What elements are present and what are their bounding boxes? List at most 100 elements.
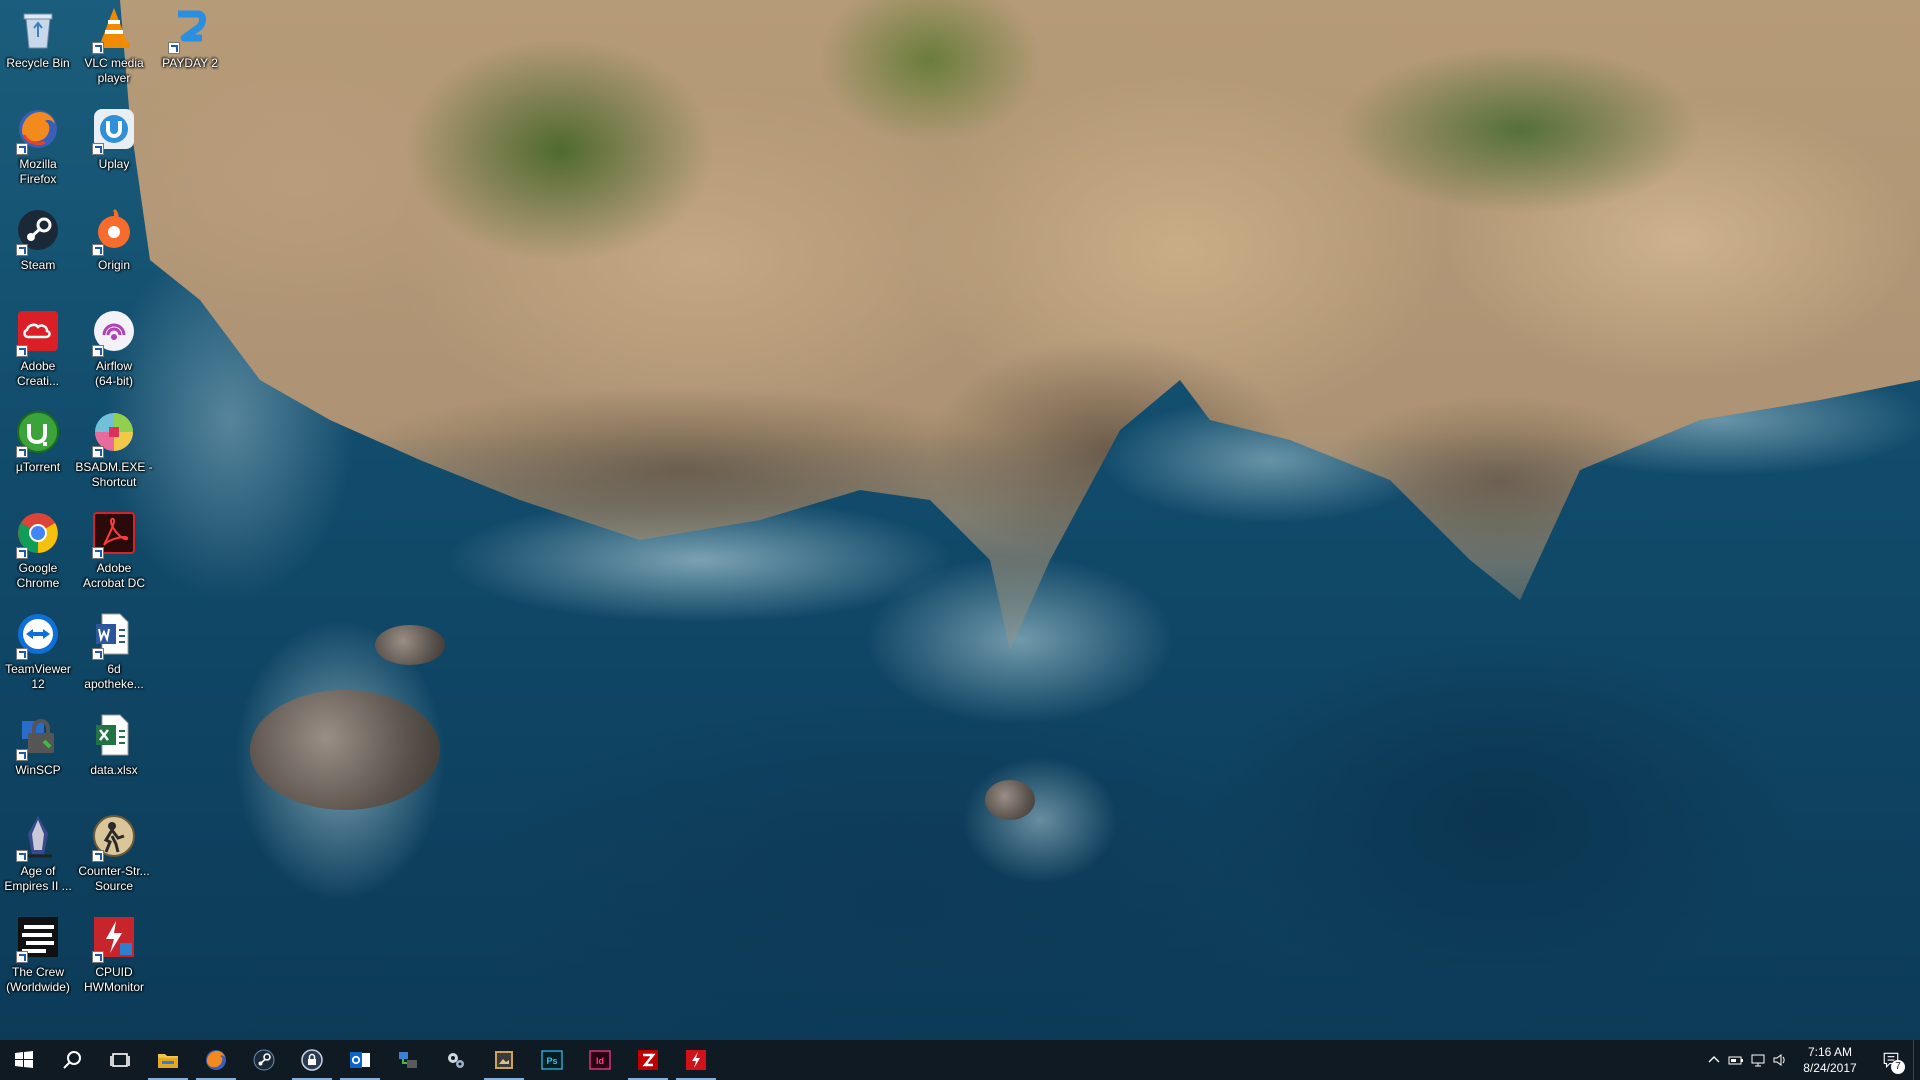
- taskbar-clock[interactable]: 7:16 AM 8/24/2017: [1791, 1040, 1869, 1080]
- desktop-icon-winscp[interactable]: WinSCP: [0, 707, 76, 803]
- desktop-icon-label: 6d apotheke...: [84, 662, 144, 691]
- windows-logo-icon: [15, 1051, 33, 1068]
- desktop-icon-label: Steam: [20, 258, 56, 272]
- search-button[interactable]: [48, 1040, 96, 1080]
- outlook-button[interactable]: [336, 1040, 384, 1080]
- desktop-icon-label: Adobe Creati...: [16, 359, 59, 388]
- desktop-icon-counter-strike[interactable]: Counter-Str... Source: [76, 808, 152, 904]
- filezilla-icon: [638, 1050, 658, 1070]
- photoshop-label: Ps: [546, 1056, 557, 1066]
- shortcut-arrow-icon: [92, 244, 104, 256]
- steam-icon: [253, 1049, 275, 1071]
- shortcut-arrow-icon: [16, 244, 28, 256]
- chrome-icon: [14, 509, 62, 559]
- show-hidden-icons-button[interactable]: [1703, 1040, 1725, 1080]
- desktop-icon-label: Recycle Bin: [6, 56, 70, 70]
- adobe-creative-cloud-icon: [14, 307, 62, 357]
- bsadm-icon: [90, 408, 138, 458]
- battery-button[interactable]: [1725, 1040, 1747, 1080]
- task-view-button[interactable]: [96, 1040, 144, 1080]
- show-desktop-button[interactable]: [1913, 1040, 1920, 1080]
- shortcut-arrow-icon: [92, 42, 104, 54]
- desktop-icon-airflow[interactable]: Airflow (64-bit): [76, 303, 152, 399]
- indesign-icon: Id: [589, 1050, 611, 1070]
- photoshop-button[interactable]: Ps: [528, 1040, 576, 1080]
- indesign-button[interactable]: Id: [576, 1040, 624, 1080]
- desktop-icon-mozilla-firefox[interactable]: Mozilla Firefox: [0, 101, 76, 197]
- desktop-icon-label: TeamViewer 12: [5, 662, 71, 691]
- origin-icon: [90, 206, 138, 256]
- image-viewer-icon: [495, 1051, 513, 1069]
- desktop-icon-teamviewer[interactable]: TeamViewer 12: [0, 606, 76, 702]
- settings-tool-button[interactable]: [432, 1040, 480, 1080]
- uplay-icon: [90, 105, 138, 155]
- desktop-icon-uplay[interactable]: Uplay: [76, 101, 152, 197]
- utorrent-icon: [14, 408, 62, 458]
- shortcut-arrow-icon: [92, 951, 104, 963]
- desktop-icon-origin[interactable]: Origin: [76, 202, 152, 298]
- desktop-icon-payday2[interactable]: PAYDAY 2: [152, 0, 228, 96]
- wallpaper-rock: [375, 625, 445, 665]
- shortcut-arrow-icon: [16, 547, 28, 559]
- desktop-icon-label: µTorrent: [15, 460, 61, 474]
- speaker-icon: [1773, 1054, 1785, 1066]
- shortcut-arrow-icon: [92, 648, 104, 660]
- file-explorer-button[interactable]: [144, 1040, 192, 1080]
- keepass-button[interactable]: [288, 1040, 336, 1080]
- volume-button[interactable]: [1769, 1040, 1791, 1080]
- firefox-button[interactable]: [192, 1040, 240, 1080]
- start-button[interactable]: [0, 1040, 48, 1080]
- shortcut-arrow-icon: [16, 749, 28, 761]
- hwmonitor-icon: [90, 913, 138, 963]
- network-status-icon: [1751, 1054, 1765, 1067]
- excel-document-icon: [90, 711, 138, 759]
- firefox-icon: [14, 105, 62, 155]
- app-button[interactable]: [480, 1040, 528, 1080]
- firefox-icon: [206, 1050, 226, 1070]
- flash-app-button[interactable]: [672, 1040, 720, 1080]
- desktop-icon-bsadm[interactable]: BSADM.EXE - Shortcut: [75, 404, 153, 500]
- photoshop-icon: Ps: [541, 1050, 563, 1070]
- gears-icon: [448, 1053, 464, 1068]
- shortcut-arrow-icon: [168, 42, 180, 54]
- desktop-icon-adobe-acrobat[interactable]: Adobe Acrobat DC: [76, 505, 152, 601]
- desktop-icon-utorrent[interactable]: µTorrent: [0, 404, 76, 500]
- desktop-icon-label: WinSCP: [15, 763, 61, 777]
- desktop-icon-excel-document[interactable]: data.xlsx: [76, 707, 152, 803]
- wallpaper-rock: [250, 690, 440, 810]
- steam-button[interactable]: [240, 1040, 288, 1080]
- search-icon: [63, 1051, 81, 1069]
- desktop-icon-adobe-creative-cloud[interactable]: Adobe Creati...: [0, 303, 76, 399]
- acrobat-icon: [90, 509, 138, 559]
- network-status-button[interactable]: [1747, 1040, 1769, 1080]
- notification-count-badge: 7: [1891, 1060, 1905, 1074]
- lock-icon: [301, 1049, 323, 1071]
- desktop-icon-steam[interactable]: Steam: [0, 202, 76, 298]
- desktop-icon-label: CPUID HWMonitor: [83, 965, 144, 994]
- desktop-icon-label: Adobe Acrobat DC: [82, 561, 146, 590]
- clock-time: 7:16 AM: [1807, 1045, 1853, 1059]
- shortcut-arrow-icon: [16, 143, 28, 155]
- task-view-icon: [110, 1053, 130, 1067]
- shortcut-arrow-icon: [16, 446, 28, 458]
- desktop-icon-the-crew[interactable]: The Crew (Worldwide): [0, 909, 76, 1005]
- desktop-icon-hwmonitor[interactable]: CPUID HWMonitor: [76, 909, 152, 1005]
- desktop-icon-word-document[interactable]: 6d apotheke...: [76, 606, 152, 702]
- desktop-icon-label: The Crew (Worldwide): [6, 965, 70, 994]
- desktop-icon-vlc[interactable]: VLC media player: [76, 0, 152, 96]
- network-tool-button[interactable]: [384, 1040, 432, 1080]
- desktop-icon-age-of-empires[interactable]: Age of Empires II ...: [0, 808, 76, 904]
- action-center-button[interactable]: 7: [1869, 1040, 1913, 1080]
- flash-icon: [686, 1050, 706, 1070]
- desktop-wallpaper: [0, 0, 1920, 1040]
- desktop-icon-google-chrome[interactable]: Google Chrome: [0, 505, 76, 601]
- folder-icon: [158, 1054, 178, 1068]
- desktop-icon-label: Mozilla Firefox: [19, 157, 57, 186]
- winscp-icon: [14, 711, 62, 761]
- desktop-icon-label: Age of Empires II ...: [4, 864, 72, 893]
- network-icon: [399, 1052, 417, 1068]
- desktop-icon-label: Counter-Str... Source: [78, 864, 150, 893]
- desktop-icon-recycle-bin[interactable]: Recycle Bin: [0, 0, 76, 96]
- filezilla-button[interactable]: [624, 1040, 672, 1080]
- system-tray: 7:16 AM 8/24/2017 7: [1703, 1040, 1920, 1080]
